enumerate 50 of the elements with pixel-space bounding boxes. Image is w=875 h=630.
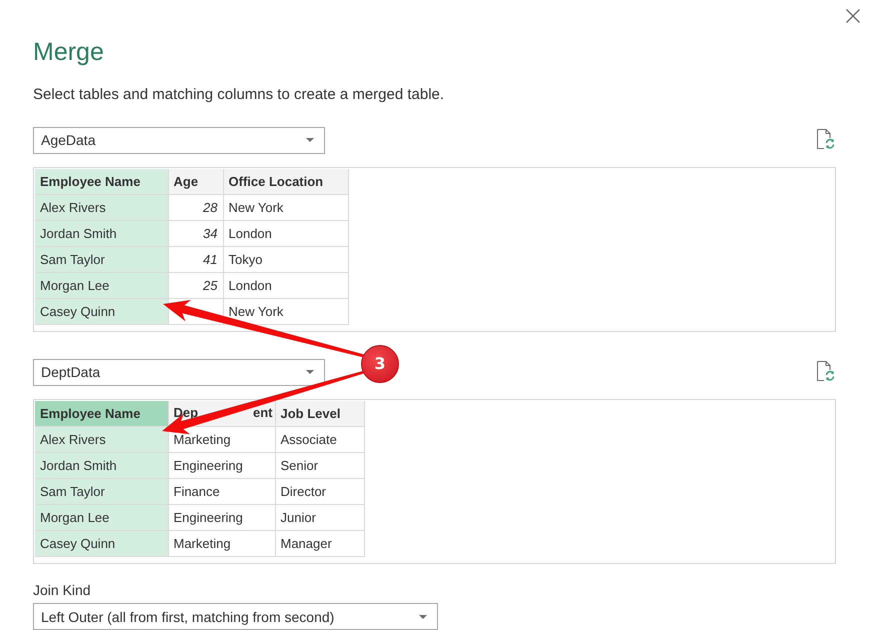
table-cell: 28 [168, 194, 223, 221]
table-dropdown[interactable]: AgeData [33, 126, 325, 154]
table-cell: Jordan Smith [35, 220, 168, 247]
table-cell: New York [223, 194, 348, 221]
table-cell: 41 [168, 246, 223, 273]
caret-icon [306, 138, 314, 142]
table-cell: New York [223, 298, 348, 325]
table-cell: Engineering [168, 452, 275, 479]
column-header[interactable]: Age [168, 168, 223, 195]
table-cell: Associate [275, 426, 364, 453]
table-cell: Finance [168, 478, 275, 505]
caret-icon [419, 614, 427, 619]
refresh-button[interactable] [817, 128, 835, 149]
table-cell: Tokyo [223, 246, 348, 273]
column-header[interactable]: Job Level [275, 400, 364, 427]
table-cell: Alex Rivers [35, 194, 168, 221]
table-cell: Sam Taylor [35, 246, 168, 273]
dialog-title: Merge [33, 36, 104, 67]
table-cell: Engineering [168, 504, 275, 531]
column-header[interactable]: Office Location [223, 168, 348, 195]
table-cell: Morgan Lee [35, 504, 168, 531]
table-dropdown[interactable]: DeptData [33, 358, 325, 386]
document-refresh-icon [817, 360, 835, 381]
table-cell: Morgan Lee [35, 272, 168, 299]
table-cell: 34 [168, 220, 223, 247]
table-cell: Marketing [168, 530, 275, 557]
column-header[interactable]: Employee Name [35, 168, 168, 195]
table-cell: Casey Quinn [35, 530, 168, 557]
table-cell: London [223, 272, 348, 299]
close-button[interactable] [845, 8, 861, 24]
table-cell: Junior [275, 504, 364, 531]
refresh-button[interactable] [817, 360, 835, 381]
join-kind-dropdown[interactable]: Left Outer (all from first, matching from second) [33, 603, 438, 630]
step-badge: 3 [361, 345, 399, 383]
table-cell: Alex Rivers [35, 426, 168, 453]
close-icon [846, 9, 860, 23]
table-cell: Senior [275, 452, 364, 479]
table-cell: 25 [168, 272, 223, 299]
caret-icon [306, 370, 314, 374]
table-cell: London [223, 220, 348, 247]
table-cell: Jordan Smith [35, 452, 168, 479]
table-cell: Director [275, 478, 364, 505]
table-cell: Sam Taylor [35, 478, 168, 505]
table-cell: Casey Quinn [35, 298, 168, 325]
dialog-description: Select tables and matching columns to create a merged table. [33, 84, 444, 105]
table-cell: Marketing [168, 426, 275, 453]
column-header[interactable]: Employee Name [35, 400, 168, 427]
join-kind-label: Join Kind [33, 581, 91, 600]
table-cell: Manager [275, 530, 364, 557]
document-refresh-icon [817, 128, 835, 149]
